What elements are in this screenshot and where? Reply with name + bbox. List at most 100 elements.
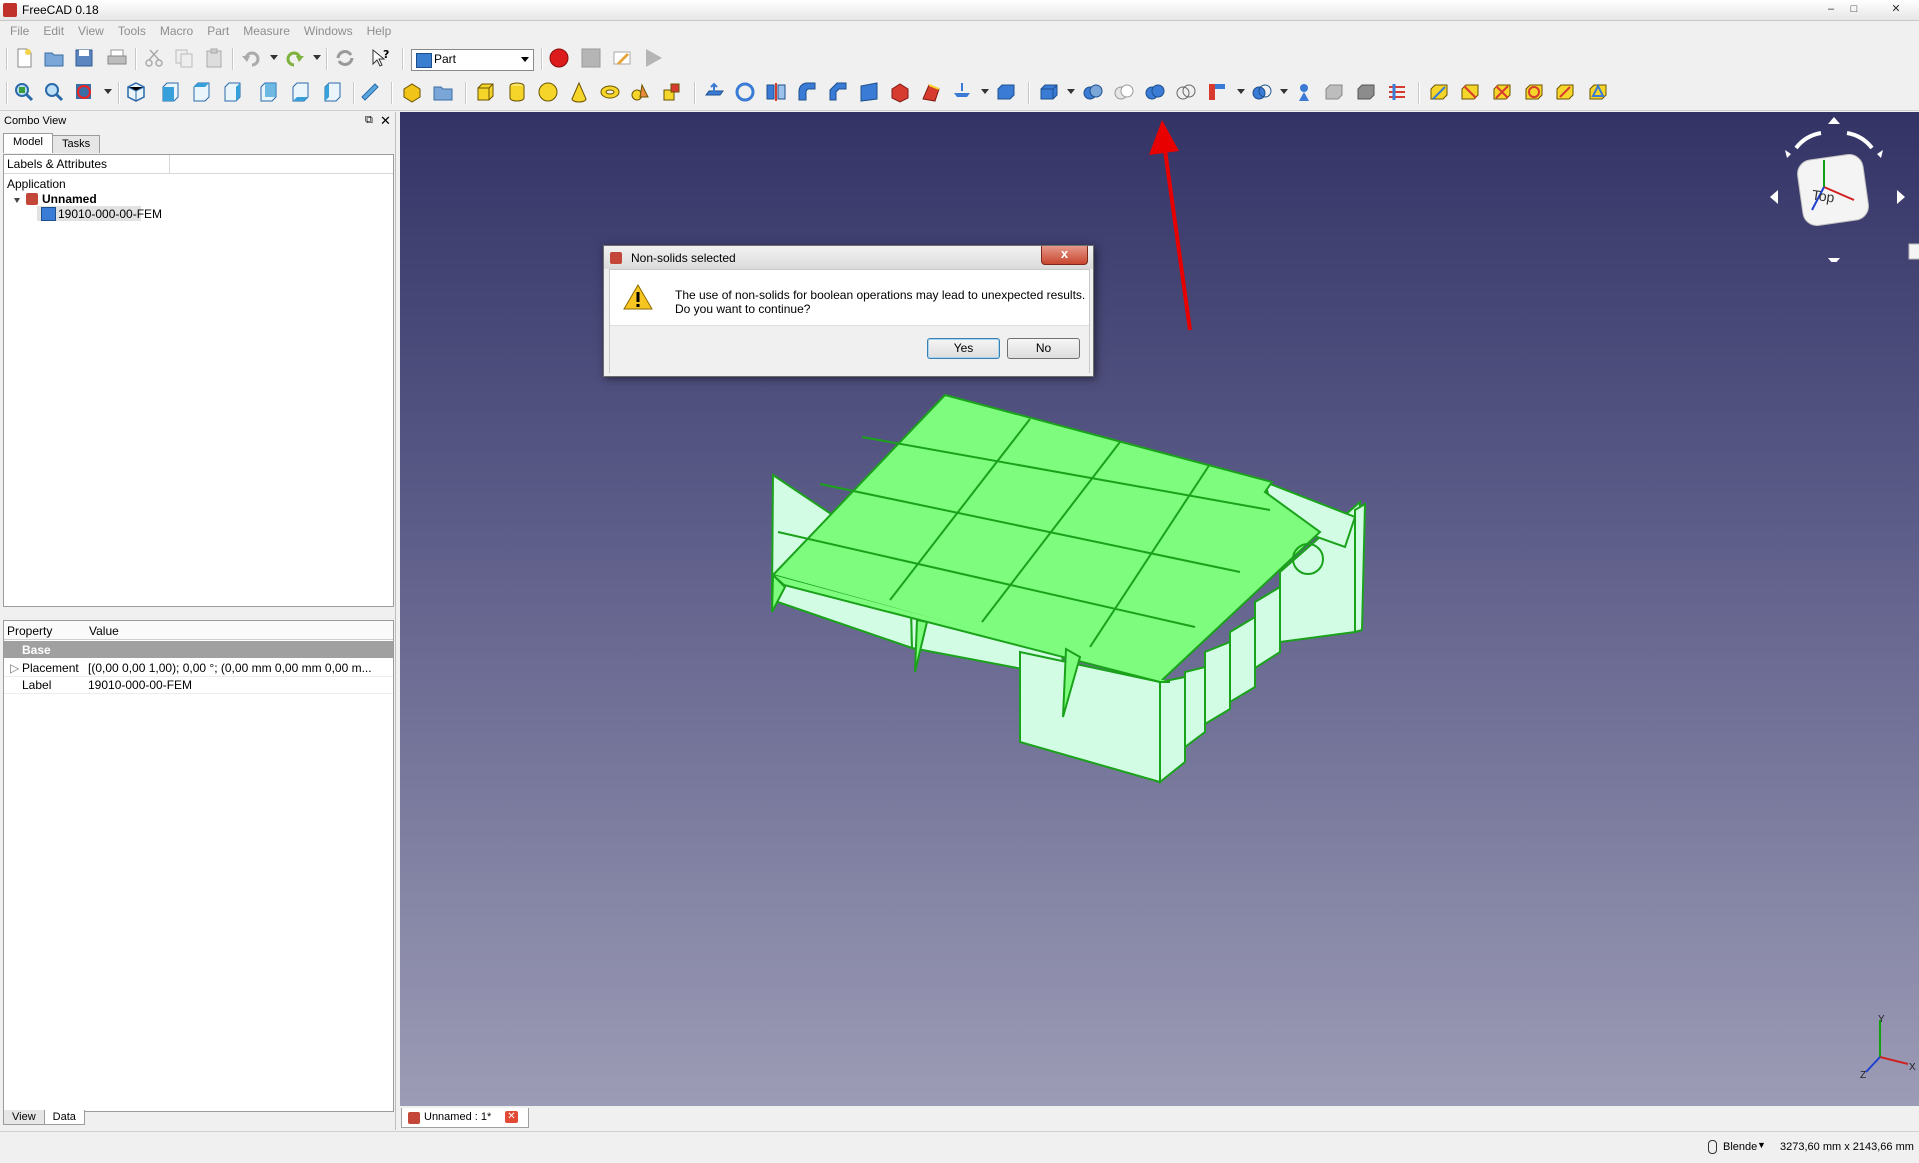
close-panel-icon[interactable]: ✕ xyxy=(380,113,391,129)
navcube-face-label[interactable]: Top xyxy=(1811,187,1836,206)
menu-windows[interactable]: Windows xyxy=(297,21,360,38)
boolean-dropdown-icon[interactable] xyxy=(1067,89,1075,94)
shape-builder-icon[interactable] xyxy=(661,81,683,103)
minimize-icon[interactable]: – xyxy=(1820,2,1842,16)
tab-document-unnamed[interactable]: Unnamed : 1* ✕ xyxy=(401,1108,529,1128)
top-view-icon[interactable] xyxy=(190,81,212,103)
new-file-icon[interactable] xyxy=(13,47,35,69)
copy-icon[interactable] xyxy=(173,47,195,69)
mouse-icon[interactable] xyxy=(1708,1140,1717,1154)
redo-icon[interactable] xyxy=(284,47,306,69)
cut-icon[interactable] xyxy=(143,47,165,69)
thickness-icon[interactable] xyxy=(995,81,1017,103)
chevron-down-icon[interactable]: ▼ xyxy=(1757,1140,1766,1150)
ruled-surface-icon[interactable] xyxy=(889,81,911,103)
dialog-close-button[interactable]: x xyxy=(1041,246,1088,265)
measure-toggle-all-icon[interactable] xyxy=(1523,81,1545,103)
undo-dropdown-icon[interactable] xyxy=(270,55,278,60)
no-button[interactable]: No xyxy=(1007,338,1080,359)
defeaturing-icon[interactable] xyxy=(1355,81,1377,103)
draw-style-icon[interactable] xyxy=(73,81,95,103)
menu-file[interactable]: File xyxy=(3,21,36,38)
menu-part[interactable]: Part xyxy=(200,21,236,38)
property-value[interactable]: 19010-000-00-FEM xyxy=(88,678,192,692)
fillet-icon[interactable] xyxy=(796,81,818,103)
menu-macro[interactable]: Macro xyxy=(153,21,200,38)
draw-style-dropdown-icon[interactable] xyxy=(104,89,112,94)
section-icon[interactable] xyxy=(951,81,973,103)
close-tab-icon[interactable]: ✕ xyxy=(505,1111,518,1123)
measure-linear-icon[interactable] xyxy=(1428,81,1450,103)
cylinder-icon[interactable] xyxy=(506,81,528,103)
property-value[interactable]: [(0,00 0,00 1,00); 0,00 °; (0,00 mm 0,00… xyxy=(88,661,390,675)
redo-dropdown-icon[interactable] xyxy=(313,55,321,60)
close-icon[interactable]: ✕ xyxy=(1885,2,1907,16)
offset-dropdown-icon[interactable] xyxy=(981,89,989,94)
property-row-placement[interactable]: ▷ Placement [(0,00 0,00 1,00); 0,00 °; (… xyxy=(4,659,393,677)
macro-record-icon[interactable] xyxy=(548,47,570,69)
measure-toggle-delta-icon[interactable] xyxy=(1587,81,1609,103)
print-icon[interactable] xyxy=(106,47,128,69)
tab-view[interactable]: View xyxy=(3,1110,45,1125)
fit-selection-icon[interactable] xyxy=(43,81,65,103)
join-features-icon[interactable] xyxy=(1206,81,1228,103)
loft-icon[interactable] xyxy=(920,81,942,103)
sphere-icon[interactable] xyxy=(537,81,559,103)
compound-icon[interactable] xyxy=(1293,81,1315,103)
bottom-view-icon[interactable] xyxy=(289,81,311,103)
check-geometry-icon[interactable] xyxy=(1323,81,1345,103)
create-part-icon[interactable] xyxy=(401,81,423,103)
cone-icon[interactable] xyxy=(568,81,590,103)
workbench-selector[interactable]: Part xyxy=(411,49,534,71)
navigation-style[interactable]: Blende xyxy=(1723,1141,1757,1153)
cube-icon[interactable] xyxy=(474,81,496,103)
chamfer-icon[interactable] xyxy=(827,81,849,103)
whats-this-icon[interactable]: ? xyxy=(370,47,392,69)
tab-model[interactable]: Model xyxy=(3,133,53,153)
split-icon[interactable] xyxy=(1251,81,1273,103)
mirror-icon[interactable] xyxy=(765,81,787,103)
float-panel-icon[interactable]: ⧉ xyxy=(365,114,373,127)
measure-angular-icon[interactable] xyxy=(1459,81,1481,103)
revolve-icon[interactable] xyxy=(734,81,756,103)
undo-icon[interactable] xyxy=(240,47,262,69)
front-view-icon[interactable] xyxy=(159,81,181,103)
maximize-icon[interactable]: □ xyxy=(1843,2,1865,16)
expand-placement-icon[interactable]: ▷ xyxy=(10,661,19,675)
torus-icon[interactable] xyxy=(599,81,621,103)
right-view-icon[interactable] xyxy=(221,81,243,103)
tree-root-application[interactable]: Application xyxy=(7,177,66,191)
isometric-view-icon[interactable] xyxy=(125,81,147,103)
primitives-icon[interactable] xyxy=(630,81,652,103)
tab-tasks[interactable]: Tasks xyxy=(51,135,101,153)
tree-item-document[interactable]: Unnamed xyxy=(42,192,97,206)
union-icon[interactable] xyxy=(1144,81,1166,103)
boolean-icon[interactable] xyxy=(1038,81,1060,103)
fit-all-icon[interactable] xyxy=(13,81,35,103)
join-dropdown-icon[interactable] xyxy=(1237,89,1245,94)
menu-measure[interactable]: Measure xyxy=(236,21,297,38)
navigation-cube[interactable] xyxy=(1755,112,1919,262)
intersection-icon[interactable] xyxy=(1175,81,1197,103)
rear-view-icon[interactable] xyxy=(257,81,279,103)
make-face-icon[interactable] xyxy=(858,81,880,103)
menu-view[interactable]: View xyxy=(71,21,111,38)
menu-help[interactable]: Help xyxy=(360,21,399,38)
macro-stop-icon[interactable] xyxy=(580,47,602,69)
expand-arrow-icon[interactable] xyxy=(14,198,20,203)
yes-button[interactable]: Yes xyxy=(927,338,1000,359)
tab-data[interactable]: Data xyxy=(43,1110,85,1125)
macro-edit-icon[interactable] xyxy=(611,47,633,69)
cross-sections-icon[interactable] xyxy=(1386,81,1408,103)
property-row-label[interactable]: Label 19010-000-00-FEM xyxy=(4,676,393,694)
save-icon[interactable] xyxy=(73,47,95,69)
left-view-icon[interactable] xyxy=(321,81,343,103)
open-folder-icon[interactable] xyxy=(43,47,65,69)
cut-boolean-icon[interactable] xyxy=(1082,81,1104,103)
create-group-icon[interactable] xyxy=(432,81,454,103)
refresh-icon[interactable] xyxy=(334,47,356,69)
measure-distance-icon[interactable] xyxy=(359,81,381,103)
measure-toggle-3d-icon[interactable] xyxy=(1554,81,1576,103)
menu-tools[interactable]: Tools xyxy=(111,21,153,38)
menu-edit[interactable]: Edit xyxy=(36,21,71,38)
